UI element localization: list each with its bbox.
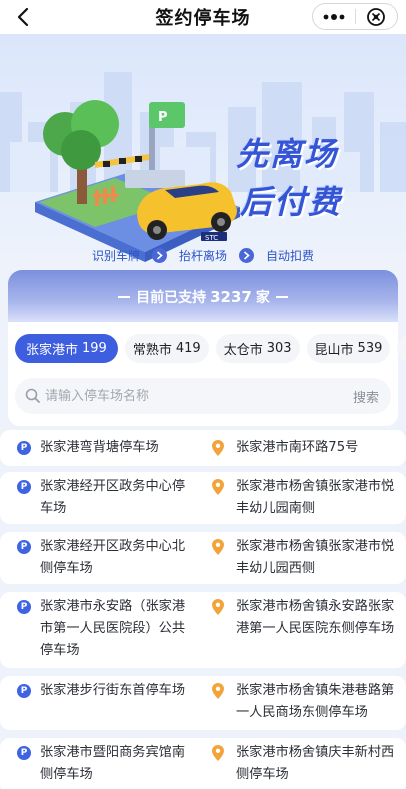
parking-name: 张家港弯背塘停车场 bbox=[40, 440, 159, 455]
mini-program-capsule bbox=[312, 3, 398, 30]
tab-label: 常熟市 bbox=[132, 343, 172, 358]
tab-count: 303 bbox=[266, 341, 292, 356]
support-count: 3237 bbox=[210, 288, 252, 306]
tab-count: 419 bbox=[175, 341, 201, 356]
parking-address: 张家港市杨舍镇张家港市悦丰幼儿园南侧 bbox=[236, 479, 395, 516]
list-item[interactable]: P 张家港经开区政务中心北侧停车场 张家港市杨舍镇张家港市悦丰幼儿园西侧 bbox=[0, 532, 406, 584]
location-pin-icon bbox=[212, 479, 224, 495]
slogan-line-2: 后付费 bbox=[240, 183, 343, 221]
location-pin-icon bbox=[212, 599, 224, 615]
list-item[interactable]: P 张家港市暨阳商务宾馆南侧停车场 张家港市杨舍镇庆丰新村西侧停车场 bbox=[0, 738, 406, 789]
license-plate-text: STC bbox=[205, 234, 218, 242]
tab-zhangjiagang[interactable]: 张家港市 199 bbox=[15, 334, 118, 363]
parking-name: 张家港市永安路（张家港市第一人民医院段）公共停车场 bbox=[40, 599, 186, 658]
arrow-right-icon bbox=[151, 247, 167, 263]
tab-count: 539 bbox=[357, 341, 383, 356]
tab-label: 张家港市 bbox=[26, 343, 79, 358]
tab-taicang[interactable]: 太仓市 303 bbox=[215, 334, 300, 363]
location-pin-icon bbox=[212, 745, 224, 761]
list-item[interactable]: P 张家港市永安路（张家港市第一人民医院段）公共停车场 张家港市杨舍镇永安路张家… bbox=[0, 592, 406, 668]
process-steps: 识别车牌 抬杆离场 自动扣费 bbox=[0, 246, 406, 264]
location-pin-icon bbox=[212, 683, 224, 699]
step-auto-deduct: 自动扣费 bbox=[266, 248, 315, 263]
parking-name: 张家港经开区政务中心停车场 bbox=[40, 479, 186, 516]
tab-kunshan[interactable]: 昆山市 539 bbox=[306, 334, 391, 363]
search-input[interactable] bbox=[45, 378, 341, 414]
parking-address: 张家港市杨舍镇张家港市悦丰幼儿园西侧 bbox=[236, 539, 395, 576]
support-suffix: 家 bbox=[255, 290, 270, 306]
parking-icon: P bbox=[17, 441, 31, 455]
list-item[interactable]: P 张家港步行街东首停车场 张家港市杨舍镇朱港巷路第一人民商场东侧停车场 bbox=[0, 676, 406, 730]
tab-label: 太仓市 bbox=[223, 343, 263, 358]
location-pin-icon bbox=[212, 440, 224, 456]
list-item[interactable]: P 张家港经开区政务中心停车场 张家港市杨舍镇张家港市悦丰幼儿园南侧 bbox=[0, 472, 406, 524]
parking-name: 张家港经开区政务中心北侧停车场 bbox=[40, 539, 186, 576]
more-button[interactable] bbox=[313, 4, 355, 29]
tab-count: 199 bbox=[82, 341, 107, 356]
arrow-right-icon bbox=[239, 247, 254, 263]
city-tabs: 张家港市199 常熟市419 太仓市303 昆山市539 吴 bbox=[15, 334, 406, 363]
step-lift-barrier: 抬杆离场 bbox=[178, 248, 227, 263]
parking-icon: P bbox=[17, 684, 31, 698]
parking-icon: P bbox=[17, 600, 31, 614]
tab-label: 昆山市 bbox=[314, 343, 354, 358]
slogan-line-1: 先离场 bbox=[236, 135, 339, 173]
step-recognize-plate: 识别车牌 bbox=[91, 248, 140, 263]
parking-address: 张家港市杨舍镇朱港巷路第一人民商场东侧停车场 bbox=[236, 683, 395, 720]
support-count-banner: 目前已支持 3237 家 bbox=[8, 270, 398, 324]
search-icon bbox=[15, 378, 45, 414]
circle-close-icon bbox=[367, 7, 386, 26]
dash-left bbox=[118, 296, 131, 298]
list-item[interactable]: P 张家港弯背塘停车场 张家港市南环路75号 bbox=[0, 430, 406, 466]
tab-changshu[interactable]: 常熟市 419 bbox=[124, 334, 209, 363]
parking-icon: P bbox=[17, 540, 31, 554]
support-prefix: 目前已支持 bbox=[136, 290, 207, 306]
parking-address: 张家港市南环路75号 bbox=[236, 440, 359, 455]
back-button[interactable] bbox=[10, 4, 36, 30]
parking-icon: P bbox=[17, 746, 31, 760]
parking-gate-illustration: P STC bbox=[35, 100, 240, 262]
slogan: 先离场 后付费 bbox=[236, 130, 396, 226]
parking-address: 张家港市杨舍镇庆丰新村西侧停车场 bbox=[236, 745, 395, 782]
dash-right bbox=[275, 296, 288, 298]
search-bar: 搜索 bbox=[15, 378, 391, 414]
search-button[interactable]: 搜索 bbox=[341, 387, 391, 406]
tab-wu[interactable]: 吴 bbox=[397, 334, 406, 363]
parking-name: 张家港市暨阳商务宾馆南侧停车场 bbox=[40, 745, 186, 782]
chevron-left-icon bbox=[17, 7, 29, 27]
close-button[interactable] bbox=[355, 4, 397, 29]
location-pin-icon bbox=[212, 539, 224, 555]
nav-bar: 签约停车场 bbox=[0, 0, 406, 34]
page-title: 签约停车场 bbox=[155, 8, 251, 29]
parking-address: 张家港市杨舍镇永安路张家港第一人民医院东侧停车场 bbox=[236, 599, 395, 636]
parking-name: 张家港步行街东首停车场 bbox=[40, 683, 186, 698]
more-dots-icon bbox=[323, 13, 345, 20]
hero-banner: P STC 先离场 后付费 识别车牌 抬杆离场 自动扣费 bbox=[0, 34, 406, 270]
parking-icon: P bbox=[17, 480, 31, 494]
parking-sign-text: P bbox=[158, 110, 168, 125]
